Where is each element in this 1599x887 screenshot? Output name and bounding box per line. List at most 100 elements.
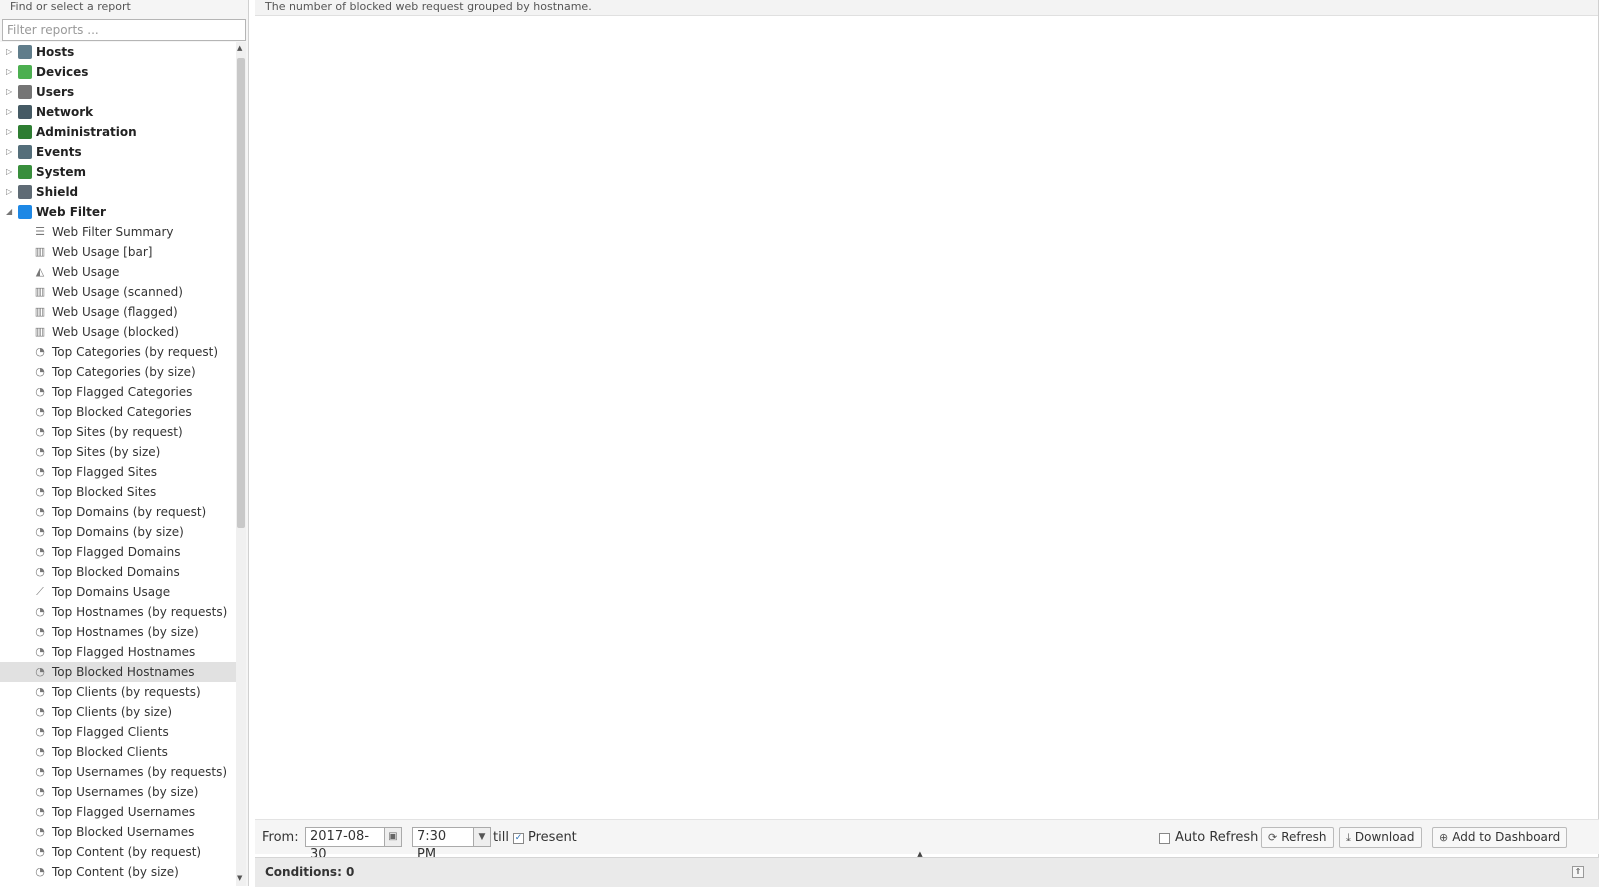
tree-report-label: Top Flagged Clients — [52, 725, 169, 739]
date-field[interactable]: 2017-08-30 — [305, 827, 385, 862]
pie-chart-icon: ◔ — [35, 425, 45, 438]
tree-category-network[interactable]: ▷ Network — [0, 102, 236, 122]
collapse-arrow-icon[interactable]: ◢ — [6, 202, 14, 222]
tree-report-item[interactable]: ◔ Top Content (by request) — [0, 842, 236, 862]
tree-report-item[interactable]: ◔ Top Flagged Hostnames — [0, 642, 236, 662]
tree-report-item[interactable]: ▥ Web Usage (flagged) — [0, 302, 236, 322]
tree-category-label: Administration — [36, 125, 137, 139]
network-icon — [18, 105, 32, 119]
download-button[interactable]: ⤓ Download — [1339, 827, 1422, 848]
expand-arrow-icon[interactable]: ▷ — [6, 122, 14, 142]
tree-report-item[interactable]: ◔ Top Clients (by size) — [0, 702, 236, 722]
scrollbar-thumb[interactable] — [237, 58, 245, 528]
pie-chart-icon: ◔ — [35, 765, 45, 778]
tree-report-item[interactable]: ◔ Top Hostnames (by size) — [0, 622, 236, 642]
present-checkbox[interactable]: ✓ — [513, 833, 524, 844]
bar-chart-icon: ▥ — [34, 305, 46, 318]
tree-report-label: Top Domains (by size) — [52, 525, 184, 539]
tree-report-item[interactable]: ▥ Web Usage (blocked) — [0, 322, 236, 342]
scroll-up-icon[interactable]: ▲ — [237, 44, 242, 52]
calendar-icon[interactable]: ▣ — [385, 827, 402, 847]
pie-chart-icon: ◔ — [35, 405, 45, 418]
expand-arrow-icon[interactable]: ▷ — [6, 102, 14, 122]
till-label: till — [493, 830, 509, 845]
pie-chart-icon: ◔ — [35, 625, 45, 638]
add-to-dashboard-button[interactable]: ⊕ Add to Dashboard — [1432, 827, 1568, 848]
tree-report-item[interactable]: ◔ Top Blocked Categories — [0, 402, 236, 422]
expand-arrow-icon[interactable]: ▷ — [6, 42, 14, 62]
tree-report-item[interactable]: ◔ Top Blocked Hostnames — [0, 662, 236, 682]
tree-report-label: Web Usage (flagged) — [52, 305, 178, 319]
tree-report-item[interactable]: ◔ Top Categories (by size) — [0, 362, 236, 382]
tree-report-item[interactable]: ⟋ Top Domains Usage — [0, 582, 236, 602]
tree-report-label: Web Usage [bar] — [52, 245, 153, 259]
tree-report-label: Top Usernames (by requests) — [52, 765, 228, 779]
pie-chart-icon: ◔ — [35, 745, 45, 758]
report-toolbar: From: 2017-08-30 ▣ 7:30 PM ▼ till ✓ Pres… — [255, 819, 1599, 862]
tree-report-item[interactable]: ◔ Top Flagged Clients — [0, 722, 236, 742]
tree-report-item[interactable]: ◔ Top Clients (by requests) — [0, 682, 236, 702]
time-field[interactable]: 7:30 PM — [412, 827, 474, 862]
tree-report-item[interactable]: ◔ Top Blocked Domains — [0, 562, 236, 582]
tree-report-label: Top Categories (by request) — [52, 345, 219, 359]
tree-category-users[interactable]: ▷ Users — [0, 82, 236, 102]
tree-report-item[interactable]: ◔ Top Flagged Domains — [0, 542, 236, 562]
tree-report-item[interactable]: ▥ Web Usage (scanned) — [0, 282, 236, 302]
tree-report-item[interactable]: ◔ Top Blocked Usernames — [0, 822, 236, 842]
tree-report-item[interactable]: ◔ Top Domains (by size) — [0, 522, 236, 542]
tree-report-item[interactable]: ◔ Top Usernames (by requests) — [0, 762, 236, 782]
tree-category-devices[interactable]: ▷ Devices — [0, 62, 236, 82]
tree-report-item[interactable]: ◔ Top Flagged Usernames — [0, 802, 236, 822]
pie-chart-icon: ◔ — [35, 685, 45, 698]
filter-reports-input[interactable] — [2, 19, 246, 41]
expand-arrow-icon[interactable]: ▷ — [6, 162, 14, 182]
tree-category-web-filter[interactable]: ◢ Web Filter — [0, 202, 236, 222]
bar-chart-icon: ▥ — [34, 245, 46, 258]
tree-report-item[interactable]: ◔ Top Sites (by size) — [0, 442, 236, 462]
expand-arrow-icon[interactable]: ▷ — [6, 142, 14, 162]
pie-chart-icon: ◔ — [35, 465, 45, 478]
tree-report-item[interactable]: ◔ Top Sites (by request) — [0, 422, 236, 442]
tree-report-label: Web Usage — [52, 265, 120, 279]
pie-chart-icon: ◔ — [35, 545, 45, 558]
tree-report-item[interactable]: ◔ Top Categories (by request) — [0, 342, 236, 362]
tree-report-item[interactable]: ◭ Web Usage — [0, 262, 236, 282]
tree-report-item[interactable]: ◔ Top Blocked Clients — [0, 742, 236, 762]
refresh-button[interactable]: ⟳ Refresh — [1261, 827, 1334, 848]
tree-category-label: Shield — [36, 185, 79, 199]
tree-category-events[interactable]: ▷ Events — [0, 142, 236, 162]
tree-report-label: Top Flagged Domains — [52, 545, 181, 559]
pie-chart-icon: ◔ — [35, 525, 45, 538]
tree-category-system[interactable]: ▷ System — [0, 162, 236, 182]
auto-refresh-checkbox[interactable] — [1159, 833, 1170, 844]
expand-arrow-icon[interactable]: ▷ — [6, 62, 14, 82]
tree-category-administration[interactable]: ▷ Administration — [0, 122, 236, 142]
expand-icon[interactable]: ⇑ — [1572, 866, 1584, 878]
tree-report-item[interactable]: ◔ Top Flagged Sites — [0, 462, 236, 482]
tree-category-hosts[interactable]: ▷ Hosts — [0, 42, 236, 62]
tree-report-label: Top Blocked Domains — [52, 565, 180, 579]
tree-report-item[interactable]: ◔ Top Hostnames (by requests) — [0, 602, 236, 622]
tree-report-item[interactable]: ◔ Top Flagged Categories — [0, 382, 236, 402]
tree-report-item[interactable]: ◔ Top Domains (by request) — [0, 502, 236, 522]
chevron-down-icon[interactable]: ▼ — [474, 827, 491, 847]
tree-report-label: Web Filter Summary — [52, 225, 174, 239]
tree-report-label: Top Sites (by size) — [52, 445, 161, 459]
pie-chart-icon: ◔ — [35, 645, 45, 658]
tree-report-item[interactable]: ◔ Top Usernames (by size) — [0, 782, 236, 802]
expand-arrow-icon[interactable]: ▷ — [6, 82, 14, 102]
tree-report-item[interactable]: ☰ Web Filter Summary — [0, 222, 236, 242]
pie-chart-icon: ◔ — [35, 365, 45, 378]
tree-category-shield[interactable]: ▷ Shield — [0, 182, 236, 202]
tree-category-label: System — [36, 165, 86, 179]
tree-report-item[interactable]: ▥ Web Usage [bar] — [0, 242, 236, 262]
present-label: Present — [528, 830, 577, 845]
tree-scrollbar[interactable]: ▲ ▼ — [236, 42, 246, 886]
conditions-bar[interactable]: Conditions: 0 ⇑ — [255, 857, 1599, 887]
auto-refresh-label: Auto Refresh — [1175, 830, 1259, 845]
tree-report-item[interactable]: ◔ Top Content (by size) — [0, 862, 236, 882]
expand-arrow-icon[interactable]: ▷ — [6, 182, 14, 202]
tree-report-item[interactable]: ◔ Top Blocked Sites — [0, 482, 236, 502]
scroll-down-icon[interactable]: ▼ — [237, 874, 242, 882]
pie-chart-icon: ◔ — [35, 705, 45, 718]
